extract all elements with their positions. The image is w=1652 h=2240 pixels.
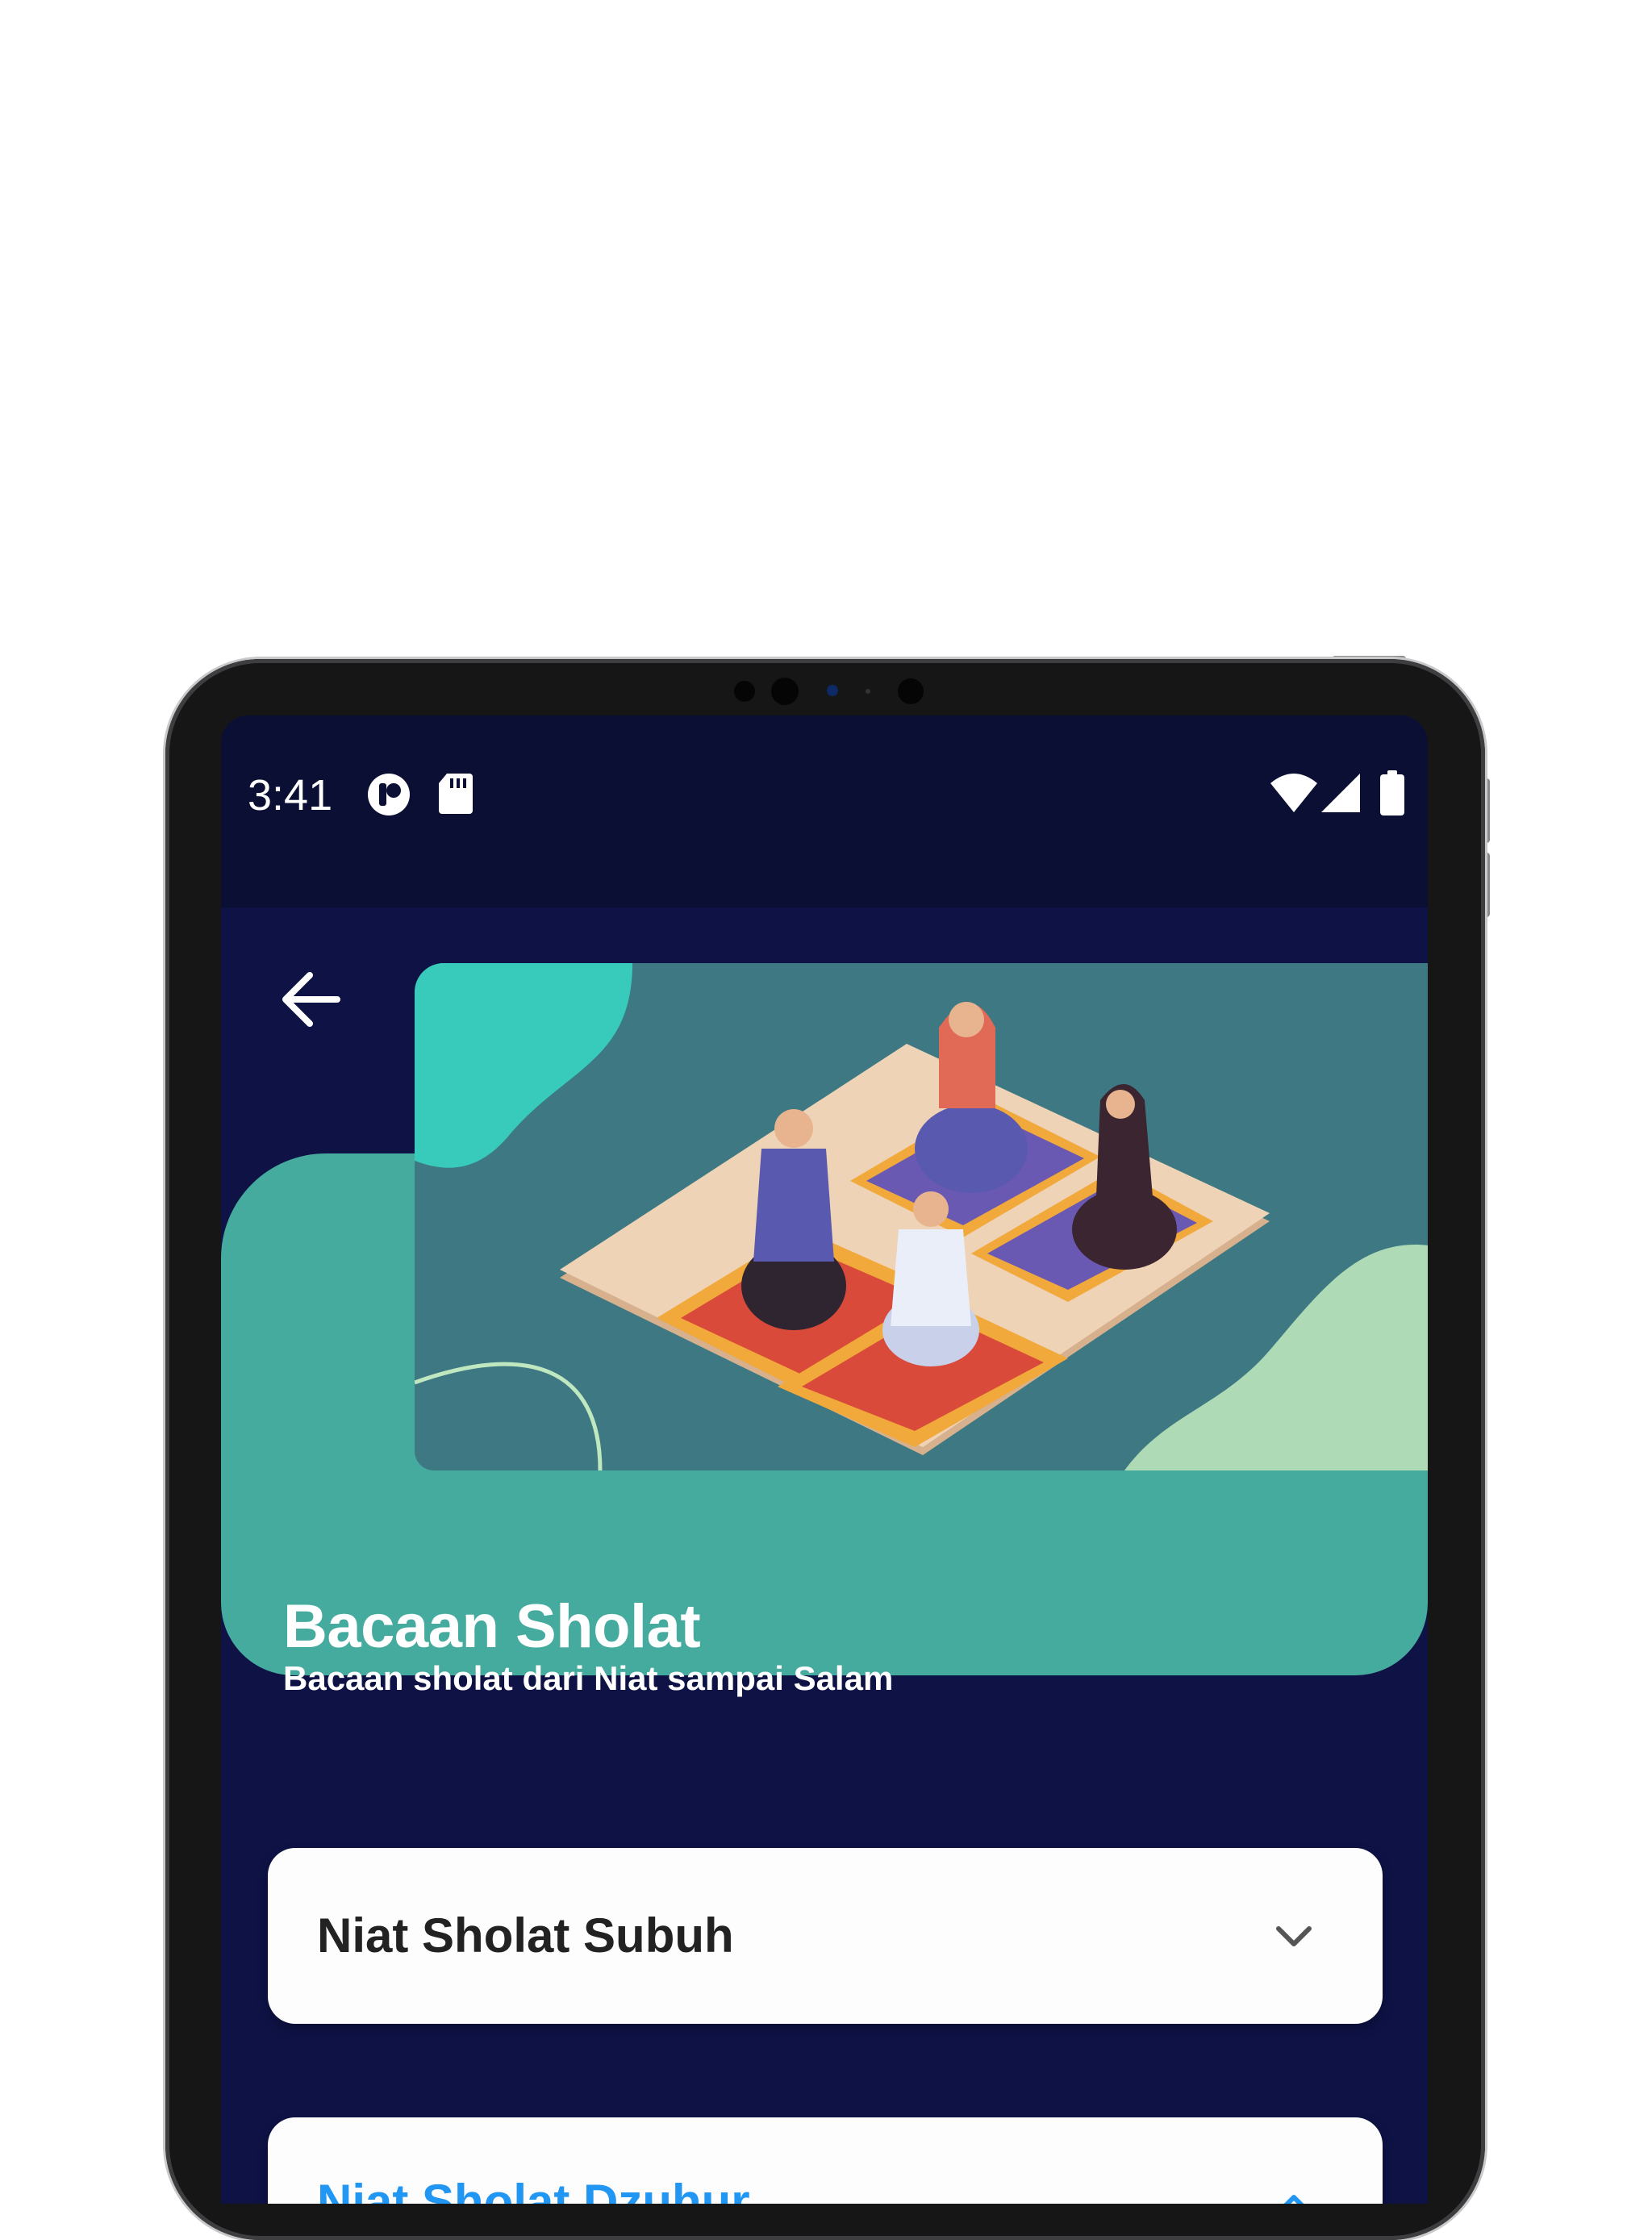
sd-card-icon (439, 774, 473, 814)
status-bar: 3:41 (221, 715, 1428, 907)
page-subtitle: Bacaan sholat dari Niat sampai Salam (283, 1659, 894, 1697)
sensor-dot-small (866, 689, 870, 694)
camera-indicator (827, 685, 838, 696)
sensor-dot (734, 681, 755, 702)
chevron-up-icon[interactable] (1274, 2185, 1314, 2204)
accordion-item-label: Niat Sholat Subuh (317, 1908, 734, 1963)
prayer-illustration (415, 963, 1428, 1470)
arrow-left-icon[interactable] (263, 951, 360, 1048)
chevron-down-icon[interactable] (1274, 1916, 1314, 1956)
accordion-item-label: Niat Sholat Dzuhur (317, 2175, 750, 2204)
app-notification-icon (368, 774, 410, 815)
app-screen: 3:41 Bacaan Sholat Bacaan sholat dari Ni… (221, 715, 1428, 2204)
page-title: Bacaan Sholat (283, 1592, 701, 1661)
status-time: 3:41 (248, 771, 333, 820)
accordion-item-subuh[interactable]: Niat Sholat Subuh (268, 1848, 1383, 2024)
camera-lens-secondary (898, 678, 924, 704)
accordion-item-dzuhur[interactable]: Niat Sholat Dzuhur (268, 2117, 1383, 2204)
cellular-signal-icon (1321, 774, 1360, 812)
wifi-icon (1270, 774, 1317, 812)
camera-lens (771, 678, 799, 705)
battery-icon (1380, 770, 1404, 815)
